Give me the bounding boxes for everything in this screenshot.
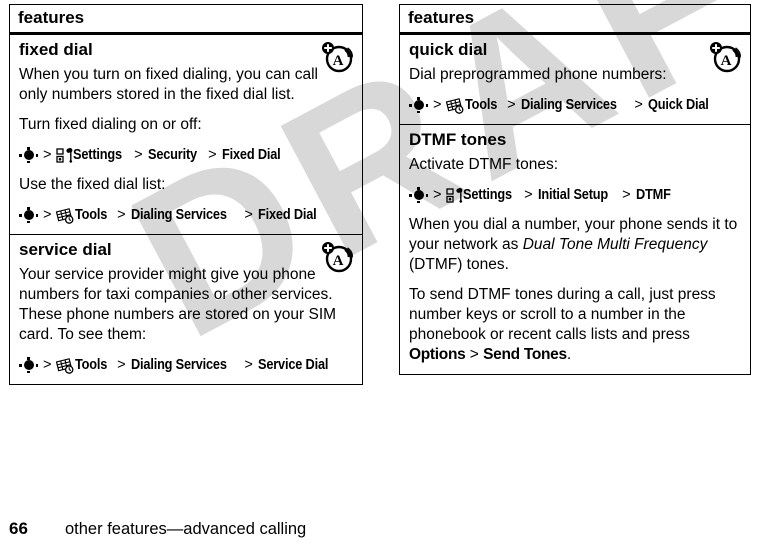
menu-label-text: Send Tones xyxy=(483,346,567,363)
path-separator: > xyxy=(117,357,126,373)
nav-center-key-icon xyxy=(19,147,38,163)
path-separator: > xyxy=(43,147,52,163)
section-dtmf-tones: DTMF tones Activate DTMF tones: > Settin… xyxy=(400,124,750,374)
section-quick-dial: A quick dial Dial preprogrammed phone nu… xyxy=(400,35,750,124)
nav-center-key-icon xyxy=(409,187,428,203)
path-separator: > xyxy=(117,207,126,223)
path-step-label: Settings xyxy=(73,147,123,163)
paragraph-rich: When you dial a number, your phone sends… xyxy=(409,215,739,275)
paragraph: Your service provider might give you pho… xyxy=(19,266,337,343)
path-step-label: Quick Dial xyxy=(647,97,709,113)
svg-text:A: A xyxy=(721,53,732,69)
network-subscription-icon: A xyxy=(710,42,741,73)
path-separator: > xyxy=(622,187,631,203)
path-separator: > xyxy=(433,187,442,203)
paragraph: When you turn on fixed dialing, you can … xyxy=(19,66,318,103)
path-separator: > xyxy=(134,147,143,163)
section-title-fixed-dial: fixed dial xyxy=(19,40,93,59)
path-step-label: Tools xyxy=(465,97,498,113)
network-subscription-icon: A xyxy=(322,42,353,73)
path-separator: > xyxy=(524,187,533,203)
body-text: > xyxy=(465,346,484,363)
section-title-dtmf-tones: DTMF tones xyxy=(409,130,507,149)
path-step-label: Fixed Dial xyxy=(257,207,317,223)
emphasis-text: Dual Tone Multi Frequency xyxy=(522,236,708,253)
svg-text:A: A xyxy=(333,53,344,69)
path-step-label: Fixed Dial xyxy=(221,147,281,163)
path-step-label: Dialing Services xyxy=(130,207,227,223)
path-separator: > xyxy=(43,207,52,223)
section-fixed-dial: A fixed dial When you turn on fixed dial… xyxy=(10,35,362,234)
footer-chapter-title: other features—advanced calling xyxy=(65,520,307,538)
section-title-quick-dial: quick dial xyxy=(409,40,488,59)
paragraph: Turn fixed dialing on or off: xyxy=(19,116,202,133)
path-step-label: Service Dial xyxy=(257,357,329,373)
table-header-left: features xyxy=(10,5,362,35)
path-separator: > xyxy=(208,147,217,163)
path-step-label: Tools xyxy=(75,207,108,223)
paragraph-rich: To send DTMF tones during a call, just p… xyxy=(409,285,739,365)
table-header-right: features xyxy=(400,5,750,35)
path-separator: > xyxy=(634,97,643,113)
path-step-label: Initial Setup xyxy=(537,187,608,203)
path-separator: > xyxy=(507,97,516,113)
section-service-dial: A service dial Your service provider mig… xyxy=(10,234,362,384)
path-separator: > xyxy=(244,357,253,373)
svg-text:A: A xyxy=(333,253,344,269)
nav-center-key-icon xyxy=(19,357,38,373)
settings-toolbox-icon xyxy=(56,147,73,163)
footer-page-number: 66 xyxy=(9,519,28,538)
path-step-label: Settings xyxy=(463,187,513,203)
left-column: features A fixed dial When you turn on f… xyxy=(9,4,363,385)
path-separator: > xyxy=(433,97,442,113)
right-column: features A quick dial Dial preprogrammed… xyxy=(399,4,751,375)
page-footer: 66 other features—advanced calling xyxy=(9,519,306,539)
path-step-label: DTMF xyxy=(635,187,671,203)
paragraph: Dial preprogrammed phone numbers: xyxy=(409,66,667,83)
page-content: features A fixed dial When you turn on f… xyxy=(0,0,759,547)
body-text: (DTMF) tones. xyxy=(409,256,509,273)
nav-path: > Tools > xyxy=(19,205,353,225)
path-step-label: Dialing Services xyxy=(520,97,617,113)
path-step-label: Dialing Services xyxy=(130,357,227,373)
features-table-left: features A fixed dial When you turn on f… xyxy=(9,4,363,385)
network-subscription-icon: A xyxy=(322,242,353,273)
nav-center-key-icon xyxy=(409,97,428,113)
paragraph: Activate DTMF tones: xyxy=(409,156,559,173)
nav-path: > Tools > xyxy=(19,355,353,375)
body-text: To send DTMF tones during a call, just p… xyxy=(409,286,716,343)
settings-toolbox-icon xyxy=(446,187,463,203)
tools-icon xyxy=(56,207,74,224)
nav-path: > Settings > Security > Fixed Dial xyxy=(19,145,353,165)
path-step-label: Security xyxy=(147,147,197,163)
section-title-service-dial: service dial xyxy=(19,240,112,259)
paragraph: Use the fixed dial list: xyxy=(19,176,166,193)
path-separator: > xyxy=(43,357,52,373)
body-text: . xyxy=(566,346,572,363)
menu-label-text: Options xyxy=(409,346,466,363)
nav-path: > Settings > Initial Setup > DTMF xyxy=(409,185,741,205)
path-step-label: Tools xyxy=(75,357,108,373)
nav-path: > Tools > xyxy=(409,95,741,115)
tools-icon xyxy=(446,97,464,114)
tools-icon xyxy=(56,357,74,374)
path-separator: > xyxy=(244,207,253,223)
features-table-right: features A quick dial Dial preprogrammed… xyxy=(399,4,751,375)
nav-center-key-icon xyxy=(19,207,38,223)
